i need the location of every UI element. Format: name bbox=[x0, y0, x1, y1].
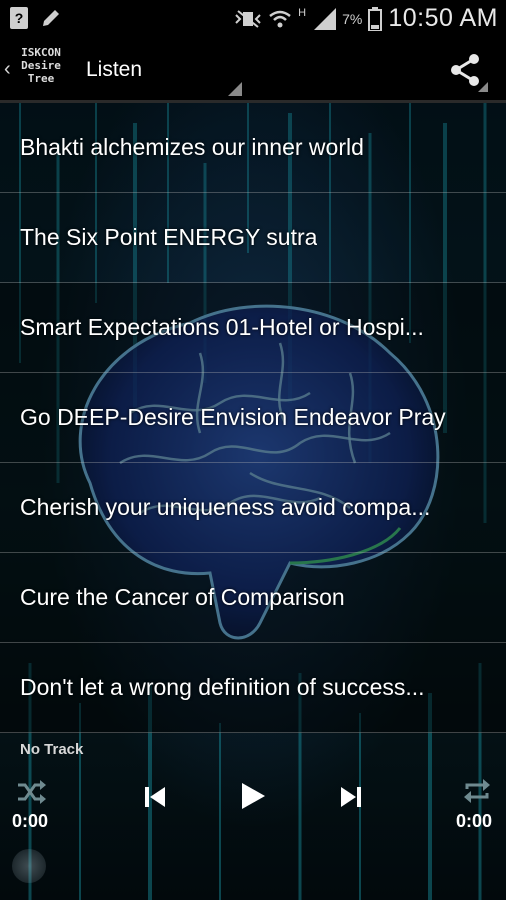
track-item[interactable]: Cherish your uniqueness avoid compa... bbox=[0, 463, 506, 553]
battery-percent: 7% bbox=[342, 10, 363, 27]
action-bar: ‹ ISKCON Desire Tree Listen bbox=[0, 38, 506, 103]
help-notification-icon: ? bbox=[10, 7, 28, 29]
back-chevron-icon[interactable]: ‹ bbox=[4, 58, 11, 81]
logo-line: Tree bbox=[27, 72, 55, 85]
track-item[interactable]: Don't let a wrong definition of success.… bbox=[0, 643, 506, 733]
screen-title-dropdown[interactable]: Listen bbox=[86, 58, 142, 82]
pencil-icon bbox=[43, 10, 59, 26]
logo-line: Desire bbox=[21, 59, 61, 72]
track-title: Cherish your uniqueness avoid compa... bbox=[20, 494, 431, 520]
track-title: Go DEEP-Desire Envision Endeavor Pray bbox=[20, 404, 446, 430]
signal-icon bbox=[314, 7, 337, 30]
elapsed-time: 0:00 bbox=[12, 811, 49, 831]
overflow-indicator-icon bbox=[478, 82, 488, 92]
track-item[interactable]: Cure the Cancer of Comparison bbox=[0, 553, 506, 643]
total-duration: 0:00 bbox=[456, 811, 493, 831]
wifi-icon bbox=[269, 10, 291, 27]
track-item[interactable]: The Six Point ENERGY sutra bbox=[0, 193, 506, 283]
repeat-icon[interactable] bbox=[462, 777, 492, 805]
clock: 10:50 AM bbox=[388, 4, 498, 32]
mute-vibrate-icon bbox=[235, 9, 261, 28]
track-title: Smart Expectations 01-Hotel or Hospi... bbox=[20, 314, 424, 340]
track-item[interactable]: Smart Expectations 01-Hotel or Hospi... bbox=[0, 283, 506, 373]
logo-line: ISKCON bbox=[21, 46, 61, 59]
battery-icon bbox=[368, 6, 383, 31]
track-list: Bhakti alchemizes our inner world The Si… bbox=[0, 103, 506, 733]
shuffle-icon[interactable] bbox=[16, 779, 46, 805]
play-icon[interactable] bbox=[240, 781, 266, 811]
seek-handle[interactable] bbox=[12, 849, 46, 883]
track-title: The Six Point ENERGY sutra bbox=[20, 224, 318, 250]
track-item[interactable]: Bhakti alchemizes our inner world bbox=[0, 103, 506, 193]
dropdown-indicator-icon bbox=[228, 82, 242, 96]
app-logo[interactable]: ISKCON Desire Tree bbox=[16, 46, 66, 85]
next-track-icon[interactable] bbox=[340, 785, 362, 809]
track-title: Bhakti alchemizes our inner world bbox=[20, 134, 364, 160]
previous-track-icon[interactable] bbox=[144, 785, 166, 809]
track-title: Don't let a wrong definition of success.… bbox=[20, 674, 425, 700]
mini-player: No Track 0:00 0:00 bbox=[0, 735, 506, 900]
status-bar: ? H 7% 10:50 AM bbox=[0, 0, 506, 38]
track-title: Cure the Cancer of Comparison bbox=[20, 584, 345, 610]
now-playing-label: No Track bbox=[20, 741, 84, 758]
track-item[interactable]: Go DEEP-Desire Envision Endeavor Pray bbox=[0, 373, 506, 463]
network-type-label: H bbox=[298, 6, 307, 19]
